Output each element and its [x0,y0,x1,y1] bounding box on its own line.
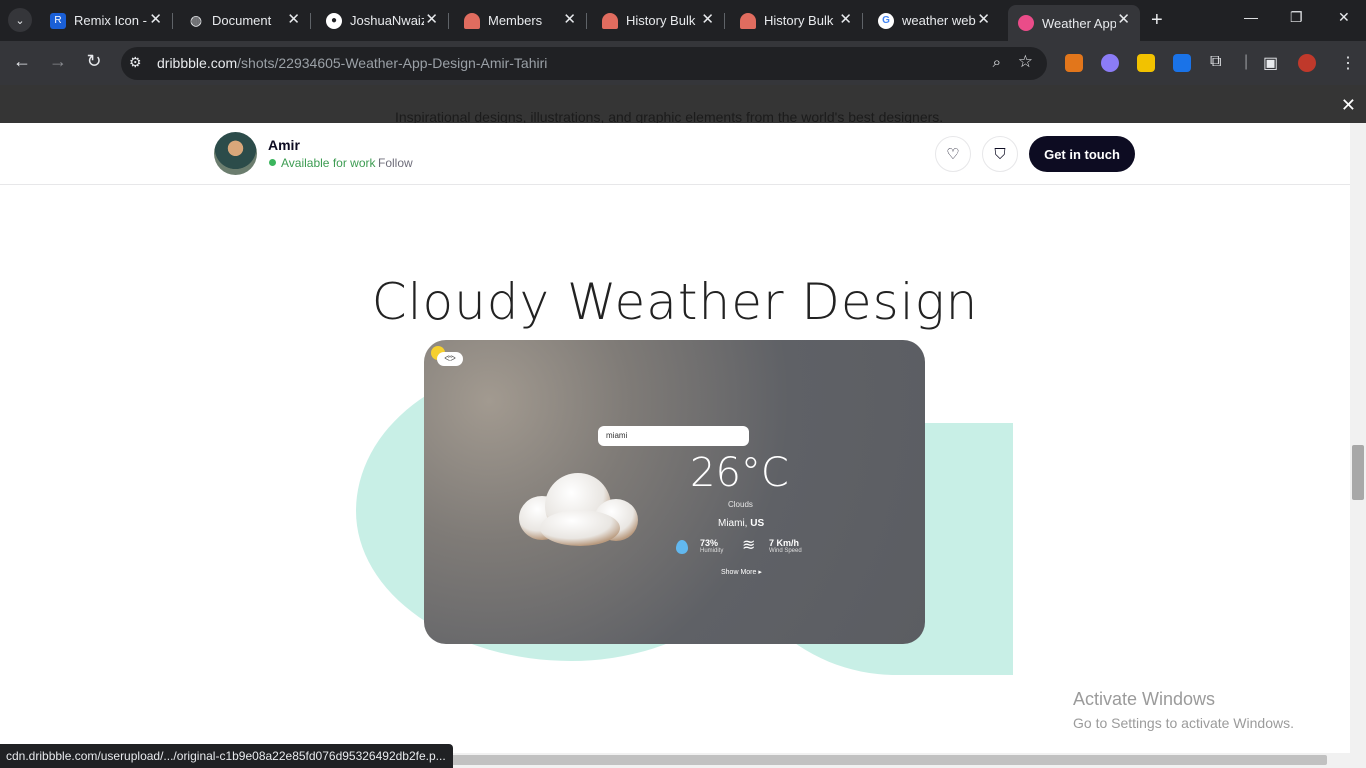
tab-title: Remix Icon - [74,13,147,28]
like-button[interactable]: ♡ [935,136,971,172]
wind-icon: ≋ [742,537,756,554]
dribbble-icon [1018,15,1034,31]
metamask-extension-icon[interactable] [1065,54,1083,72]
link-status-bar: cdn.dribbble.com/userupload/.../original… [0,744,453,768]
shot-header: Amir Available for work Follow ♡ ⛉ Get i… [0,123,1350,185]
tab-remix-icon[interactable]: R Remix Icon - ✕ [40,5,173,36]
tab-title: History Bulk [764,13,834,28]
tab-weather-web[interactable]: G weather web ✕ [868,5,1000,36]
hat-icon [464,12,480,29]
close-window-icon[interactable]: ✕ [1338,9,1350,26]
address-bar[interactable]: ⚙ dribbble.com/shots/22934605-Weather-Ap… [121,47,1047,80]
heart-icon: ♡ [946,146,960,163]
cloud-icon [519,473,638,546]
tab-search-icon[interactable]: ⌄ [8,8,32,32]
github-icon: ● [326,12,342,29]
close-tab-icon[interactable]: ✕ [149,12,162,28]
side-panel-icon[interactable]: ▣ [1263,53,1278,73]
condition-label: Clouds [728,500,753,509]
close-tab-icon[interactable]: ✕ [563,12,576,28]
menu-kebab-icon[interactable]: ⋮ [1340,53,1356,73]
bookmark-icon: ⛉ [994,145,1006,163]
activate-windows-title: Activate Windows [1073,689,1216,709]
url-text[interactable]: dribbble.com/shots/22934605-Weather-App-… [157,55,547,71]
remix-icon: R [50,12,66,29]
activate-windows-subtitle: Go to Settings to activate Windows. [1073,715,1294,731]
weather-card-image[interactable]: ᕙᕗ miami 26°C Clouds Miami, US 73% Humid… [424,340,925,644]
temperature: 26°C [690,450,789,496]
availability-status: Available for work [269,156,376,170]
extension-icon[interactable] [1173,54,1191,72]
tab-title: Document [212,13,272,28]
hat-icon [602,12,618,29]
forward-icon[interactable]: → [46,51,70,72]
zoom-icon[interactable]: ⌕ [993,54,1001,71]
tab-title: History Bulk [626,13,696,28]
globe-icon: ◍ [189,12,203,28]
follow-link[interactable]: Follow [378,156,413,170]
browser-toolbar: ← → ↻ ⚙ dribbble.com/shots/22934605-Weat… [0,41,1366,85]
vertical-scrollbar[interactable] [1350,123,1366,753]
close-tab-icon[interactable]: ✕ [425,12,438,28]
reload-icon[interactable]: ↻ [82,51,106,72]
tab-title: Members [488,13,543,28]
tab-history-bulk[interactable]: History Bulk ✕ [592,5,725,36]
status-dot-icon [269,159,276,166]
humidity-stat: 73% Humidity [676,538,723,554]
extensions-puzzle-icon[interactable]: ⧉ [1210,53,1221,71]
shot-title: Cloudy Weather Design [371,273,979,331]
page-viewport: Inspirational designs, illustrations, an… [0,85,1366,768]
tab-strip: ⌄ R Remix Icon - ✕ ◍ Document ✕ ● Joshua… [0,0,1366,41]
show-more-link: Show More ▸ [721,569,762,576]
city-search-input: miami [598,426,749,446]
tab-members[interactable]: Members ✕ [454,5,587,36]
avatar[interactable] [214,132,257,175]
save-button[interactable]: ⛉ [982,136,1018,172]
close-tab-icon[interactable]: ✕ [977,12,990,28]
site-info-icon[interactable]: ⚙ [129,54,142,71]
shot-modal: Amir Available for work Follow ♡ ⛉ Get i… [0,123,1350,753]
new-tab-icon[interactable]: + [1151,9,1163,32]
city-label: Miami, US [718,518,765,529]
tab-history-bulk-2[interactable]: History Bulk ✕ [730,5,863,36]
tab-title: weather web [902,13,976,28]
bookmark-star-icon[interactable]: ☆ [1018,52,1033,72]
extension-icon[interactable] [1137,54,1155,72]
wind-stat: ≋ 7 Km/h Wind Speed [742,537,802,555]
tab-weather-app[interactable]: Weather App ✕ [1008,5,1140,41]
close-tab-icon[interactable]: ✕ [701,12,714,28]
profile-avatar[interactable] [1298,54,1316,72]
tab-title: JoshuaNwaiz [350,13,424,28]
hat-icon [740,12,756,29]
tab-document[interactable]: ◍ Document ✕ [178,5,311,36]
google-icon: G [878,12,894,29]
tab-title: Weather App [1042,15,1116,31]
get-in-touch-button[interactable]: Get in touch [1029,136,1135,172]
minimize-icon[interactable]: — [1244,9,1258,25]
tab-github[interactable]: ● JoshuaNwaiz ✕ [316,5,449,36]
close-modal-icon[interactable]: ✕ [1341,95,1356,116]
restore-icon[interactable]: ❐ [1290,9,1303,26]
close-tab-icon[interactable]: ✕ [839,12,852,28]
extension-icon[interactable] [1101,54,1119,72]
close-tab-icon[interactable]: ✕ [287,12,300,28]
divider: | [1244,53,1249,70]
close-tab-icon[interactable]: ✕ [1117,12,1130,28]
back-icon[interactable]: ← [10,51,34,72]
vertical-scroll-thumb[interactable] [1352,445,1364,500]
water-drop-icon [676,540,688,554]
rain-cloud-icon: ᕙᕗ [437,352,463,366]
author-name[interactable]: Amir [268,137,300,153]
